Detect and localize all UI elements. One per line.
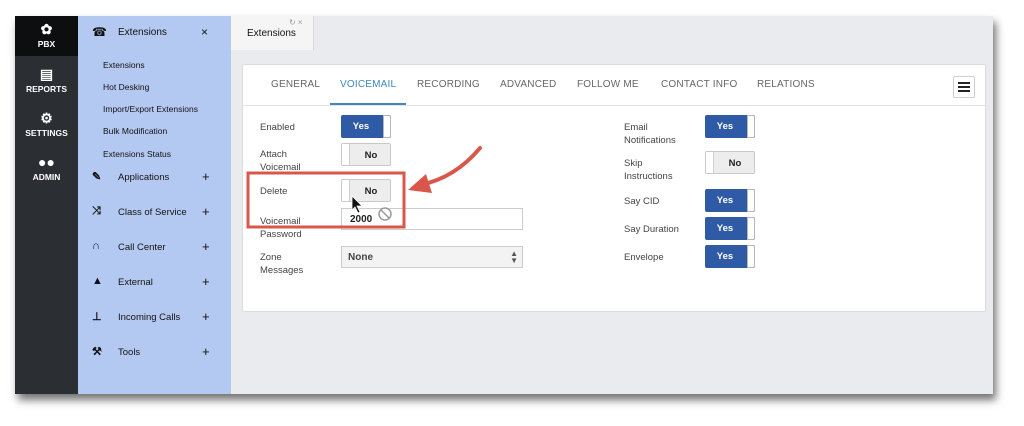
arrow-head: [408, 174, 432, 193]
annotation-overlay: [246, 146, 482, 229]
annotation-arrow: [418, 146, 482, 187]
mouse-cursor-icon: [351, 195, 363, 214]
